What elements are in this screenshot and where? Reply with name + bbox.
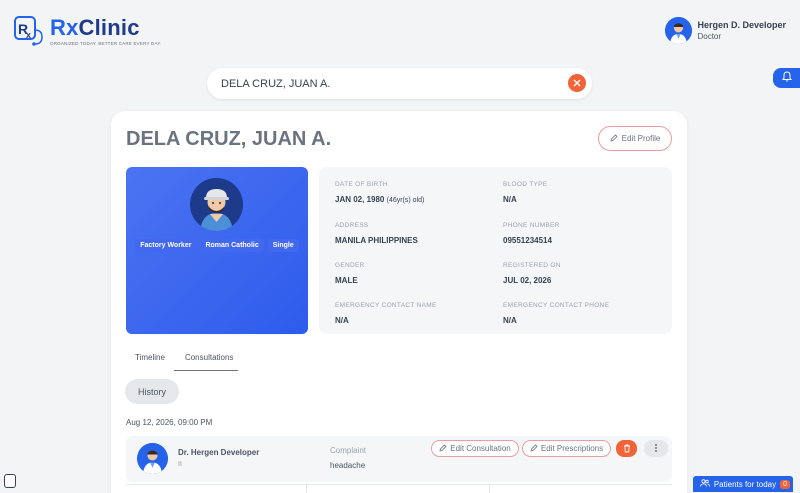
consultation-date: Aug 12, 2026, 09:00 PM	[126, 418, 213, 427]
complaint-value: headache	[330, 461, 366, 470]
patient-tags: Factory Worker Roman Catholic Single	[126, 239, 308, 252]
page-title: DELA CRUZ, JUAN A.	[126, 128, 332, 150]
registered-field: REGISTERED ON JUL 02, 2026	[503, 262, 561, 285]
address-field: ADDRESS MANILA PHILIPPINES	[335, 222, 418, 245]
tab-timeline[interactable]: Timeline	[125, 347, 175, 369]
tab-consultations[interactable]: Consultations	[175, 347, 243, 369]
delete-consultation-button[interactable]	[616, 440, 637, 457]
edit-profile-button[interactable]: Edit Profile	[598, 126, 672, 151]
user-avatar	[665, 17, 693, 44]
column-divider	[489, 485, 490, 493]
occupation-tag: Factory Worker	[135, 239, 197, 252]
more-vertical-icon	[654, 440, 658, 458]
app-name: RxClinic	[50, 14, 140, 40]
patient-search[interactable]: DELA CRUZ, JUAN A.	[207, 68, 592, 99]
dob-field: DATE OF BIRTH JAN 02, 1980 (46yr(s) old)	[335, 181, 425, 204]
debug-toolbar-icon[interactable]	[4, 474, 16, 488]
bell-icon	[781, 69, 792, 87]
user-menu[interactable]: Hergen D. Developer Doctor	[665, 17, 786, 44]
pencil-icon	[439, 443, 450, 454]
patients-count-badge: 0	[780, 479, 790, 489]
gender-field: GENDER MALE	[335, 262, 365, 285]
users-icon	[699, 479, 710, 489]
doctor-name: Dr. Hergen Developer	[178, 448, 260, 457]
clear-search-button[interactable]	[568, 74, 586, 92]
profile-summary: Factory Worker Roman Catholic Single	[126, 167, 308, 334]
pencil-icon	[530, 443, 541, 454]
column-divider	[306, 485, 307, 493]
doctor-specialty: It	[178, 461, 182, 468]
patient-details: DATE OF BIRTH JAN 02, 1980 (46yr(s) old)…	[319, 167, 672, 334]
close-icon	[573, 74, 581, 92]
consultation-row: Dr. Hergen Developer It Complaint headac…	[126, 436, 672, 482]
app-tagline: ORGANIZED TODAY. BETTER CARE EVERY DAY.	[50, 40, 162, 46]
record-tabs: Timeline Consultations	[125, 347, 243, 369]
civil-status-tag: Single	[267, 239, 299, 252]
more-options-button[interactable]	[644, 440, 668, 457]
app-logo[interactable]: R x RxClinic ORGANIZED TODAY. BETTER CAR…	[14, 16, 161, 46]
notifications-button[interactable]	[773, 68, 800, 88]
rx-logo-icon: R x	[14, 16, 44, 46]
patients-for-today-button[interactable]: Patients for today 0	[692, 476, 793, 492]
consultation-details-row	[126, 484, 672, 493]
complaint-label: Complaint	[330, 446, 367, 455]
trash-icon	[623, 440, 631, 458]
emergency-contact-name-field: EMERGENCY CONTACT NAME N/A	[335, 302, 437, 325]
pencil-icon	[610, 133, 622, 144]
blood-type-field: BLOOD TYPE N/A	[503, 181, 548, 204]
user-role: Doctor	[697, 32, 722, 41]
edit-prescriptions-button[interactable]: Edit Prescriptions	[522, 440, 611, 457]
edit-consultation-button[interactable]: Edit Consultation	[431, 440, 519, 457]
user-name: Hergen D. Developer	[697, 20, 786, 30]
active-tab-indicator	[174, 370, 238, 371]
patient-card: DELA CRUZ, JUAN A. Edit Profile Factory …	[111, 111, 687, 493]
history-button[interactable]: History	[125, 379, 179, 404]
patient-avatar	[190, 178, 243, 231]
search-input[interactable]: DELA CRUZ, JUAN A.	[221, 78, 330, 90]
doctor-avatar	[137, 443, 168, 474]
religion-tag: Roman Catholic	[200, 239, 264, 252]
svg-text:x: x	[26, 30, 31, 40]
phone-field: PHONE NUMBER 09551234514	[503, 222, 560, 245]
emergency-contact-phone-field: EMERGENCY CONTACT PHONE N/A	[503, 302, 610, 325]
